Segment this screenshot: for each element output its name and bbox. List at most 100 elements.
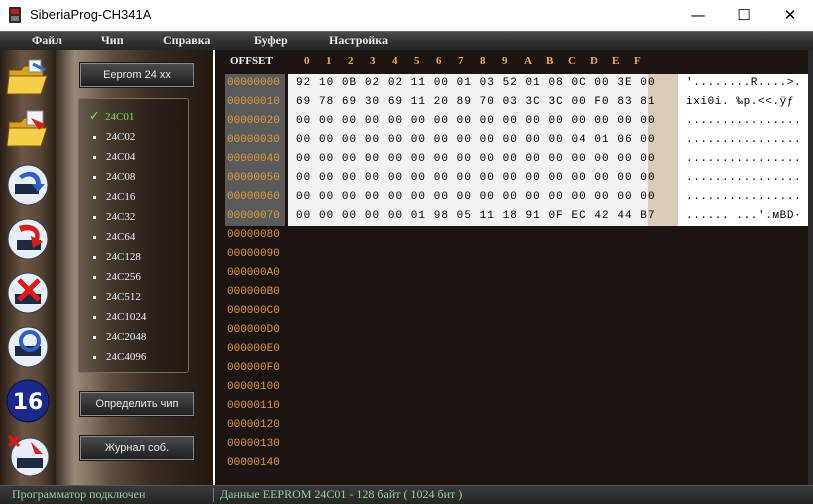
- bullet-icon: [93, 215, 96, 219]
- col-header: 0: [304, 55, 310, 67]
- connection-status: Программатор подключен: [12, 487, 146, 501]
- status-bar: Программатор подключен Данные EEPROM 24C…: [0, 485, 813, 504]
- verify-chip-icon[interactable]: [5, 324, 51, 370]
- col-header: C: [568, 55, 576, 67]
- address-label: 000000D0: [227, 324, 280, 336]
- chip-item-24c64[interactable]: 24C64: [93, 227, 135, 247]
- hex-row[interactable]: 00 00 00 00 00 00 00 00 00 00 00 00 00 0…: [296, 112, 656, 131]
- ascii-row[interactable]: '........R....>.: [686, 74, 801, 93]
- hex-row[interactable]: 00 00 00 00 00 00 00 00 00 00 00 00 00 0…: [296, 169, 656, 188]
- chip-list: ✓ 24C01 24C02 24C04 24C08 24C16 24C32 24C…: [78, 98, 189, 373]
- chip-family-button[interactable]: Eeprom 24 xx: [80, 63, 194, 87]
- address-label: 00000100: [227, 381, 280, 393]
- chip-item-24c512[interactable]: 24C512: [93, 287, 141, 307]
- ascii-row[interactable]: ................: [686, 188, 801, 207]
- write-chip-icon[interactable]: [5, 216, 51, 262]
- menu-settings[interactable]: Настройка: [329, 33, 388, 48]
- address-label: 00000070: [227, 210, 280, 222]
- col-header: D: [590, 55, 598, 67]
- hex-editor: OFFSET 0 1 2 3 4 5 6 7 8 9 A B C D E F 0…: [215, 50, 808, 485]
- ascii-row[interactable]: ixi0i. ‰p.<<.ÿƒ: [686, 93, 794, 112]
- address-label: 00000050: [227, 172, 280, 184]
- ascii-row[interactable]: ................: [686, 112, 801, 131]
- col-header: F: [634, 55, 641, 67]
- chip-item-24c128[interactable]: 24C128: [93, 247, 141, 267]
- menu-bar: Файл Чип Справка Буфер Настройка: [0, 31, 813, 50]
- chip-item-24c04[interactable]: 24C04: [93, 147, 135, 167]
- event-log-button[interactable]: Журнал соб.: [80, 436, 194, 460]
- chip-item-24c16[interactable]: 24C16: [93, 187, 135, 207]
- col-header: E: [612, 55, 620, 67]
- vertical-scrollbar[interactable]: [808, 50, 813, 485]
- hex-row[interactable]: 00 00 00 00 00 00 00 00 00 00 00 00 04 0…: [296, 131, 656, 150]
- menu-help[interactable]: Справка: [163, 33, 210, 48]
- address-label: 000000F0: [227, 362, 280, 374]
- address-label: 00000040: [227, 153, 280, 165]
- ascii-row[interactable]: ................: [686, 131, 801, 150]
- chip-item-24c01[interactable]: ✓ 24C01: [89, 107, 134, 127]
- bullet-icon: [93, 195, 96, 199]
- col-header: 8: [480, 55, 486, 67]
- address-label: 00000090: [227, 248, 280, 260]
- toolbar: 16: [0, 50, 56, 485]
- chip-panel: Eeprom 24 xx ✓ 24C01 24C02 24C04 24C08 24…: [56, 50, 213, 485]
- address-label: 000000B0: [227, 286, 280, 298]
- erase-write-icon[interactable]: [5, 432, 51, 478]
- chip-item-24c1024[interactable]: 24C1024: [93, 307, 146, 327]
- hex-row[interactable]: 00 00 00 00 00 00 00 00 00 00 00 00 00 0…: [296, 188, 656, 207]
- address-label: 000000C0: [227, 305, 280, 317]
- bullet-icon: [93, 175, 96, 179]
- chip-item-24c2048[interactable]: 24C2048: [93, 327, 146, 347]
- address-label: 00000060: [227, 191, 280, 203]
- save-folder-icon[interactable]: [5, 108, 51, 154]
- erase-chip-icon[interactable]: [5, 270, 51, 316]
- col-header: 3: [370, 55, 376, 67]
- hex-row[interactable]: 00 00 00 00 00 01 98 05 11 18 91 0F EC 4…: [296, 207, 656, 226]
- title-bar: SiberiaProg-CH341A — ☐ ✕: [0, 0, 813, 31]
- read-chip-icon[interactable]: [5, 162, 51, 208]
- maximize-button[interactable]: ☐: [721, 0, 767, 31]
- bullet-icon: [93, 295, 96, 299]
- hex-row[interactable]: 00 00 00 00 00 00 00 00 00 00 00 00 00 0…: [296, 150, 656, 169]
- address-label: 00000130: [227, 438, 280, 450]
- bullet-icon: [93, 355, 96, 359]
- window-title: SiberiaProg-CH341A: [30, 7, 152, 22]
- col-header: B: [546, 55, 554, 67]
- address-label: 00000080: [227, 229, 280, 241]
- hex-row[interactable]: 69 78 69 30 69 11 20 89 70 03 3C 3C 00 F…: [296, 93, 656, 112]
- hex-16-icon[interactable]: 16: [5, 378, 51, 424]
- chip-item-24c4096[interactable]: 24C4096: [93, 347, 146, 367]
- col-header: 7: [458, 55, 464, 67]
- bullet-icon: [93, 255, 96, 259]
- bullet-icon: [93, 275, 96, 279]
- address-label: 00000020: [227, 115, 280, 127]
- address-label: 000000A0: [227, 267, 280, 279]
- menu-file[interactable]: Файл: [32, 33, 62, 48]
- bullet-icon: [93, 315, 96, 319]
- ascii-row[interactable]: ................: [686, 150, 801, 169]
- menu-chip[interactable]: Чип: [101, 33, 124, 48]
- chip-item-24c08[interactable]: 24C08: [93, 167, 135, 187]
- bullet-icon: [93, 335, 96, 339]
- address-label: 00000030: [227, 134, 280, 146]
- bullet-icon: [93, 155, 96, 159]
- hex-row[interactable]: 92 10 0B 02 02 11 00 01 03 52 01 08 0C 0…: [296, 74, 656, 93]
- bullet-icon: [93, 135, 96, 139]
- svg-text:16: 16: [13, 390, 44, 415]
- address-label: 00000010: [227, 96, 280, 108]
- menu-buffer[interactable]: Буфер: [254, 33, 288, 48]
- detect-chip-button[interactable]: Определить чип: [80, 392, 194, 416]
- hex-header: OFFSET 0 1 2 3 4 5 6 7 8 9 A B C D E F: [215, 55, 808, 71]
- eeprom-info: Данные EEPROM 24C01 - 128 байт ( 1024 би…: [220, 487, 463, 501]
- open-folder-icon[interactable]: [5, 56, 51, 102]
- ascii-row[interactable]: ...... ...'.мBD·: [686, 207, 801, 226]
- chip-item-24c02[interactable]: 24C02: [93, 127, 135, 147]
- close-button[interactable]: ✕: [767, 0, 813, 31]
- col-header: A: [524, 55, 532, 67]
- chip-item-24c32[interactable]: 24C32: [93, 207, 135, 227]
- chip-item-24c256[interactable]: 24C256: [93, 267, 141, 287]
- col-header: 9: [502, 55, 508, 67]
- address-label: 000000E0: [227, 343, 280, 355]
- ascii-row[interactable]: ................: [686, 169, 801, 188]
- minimize-button[interactable]: —: [675, 0, 721, 31]
